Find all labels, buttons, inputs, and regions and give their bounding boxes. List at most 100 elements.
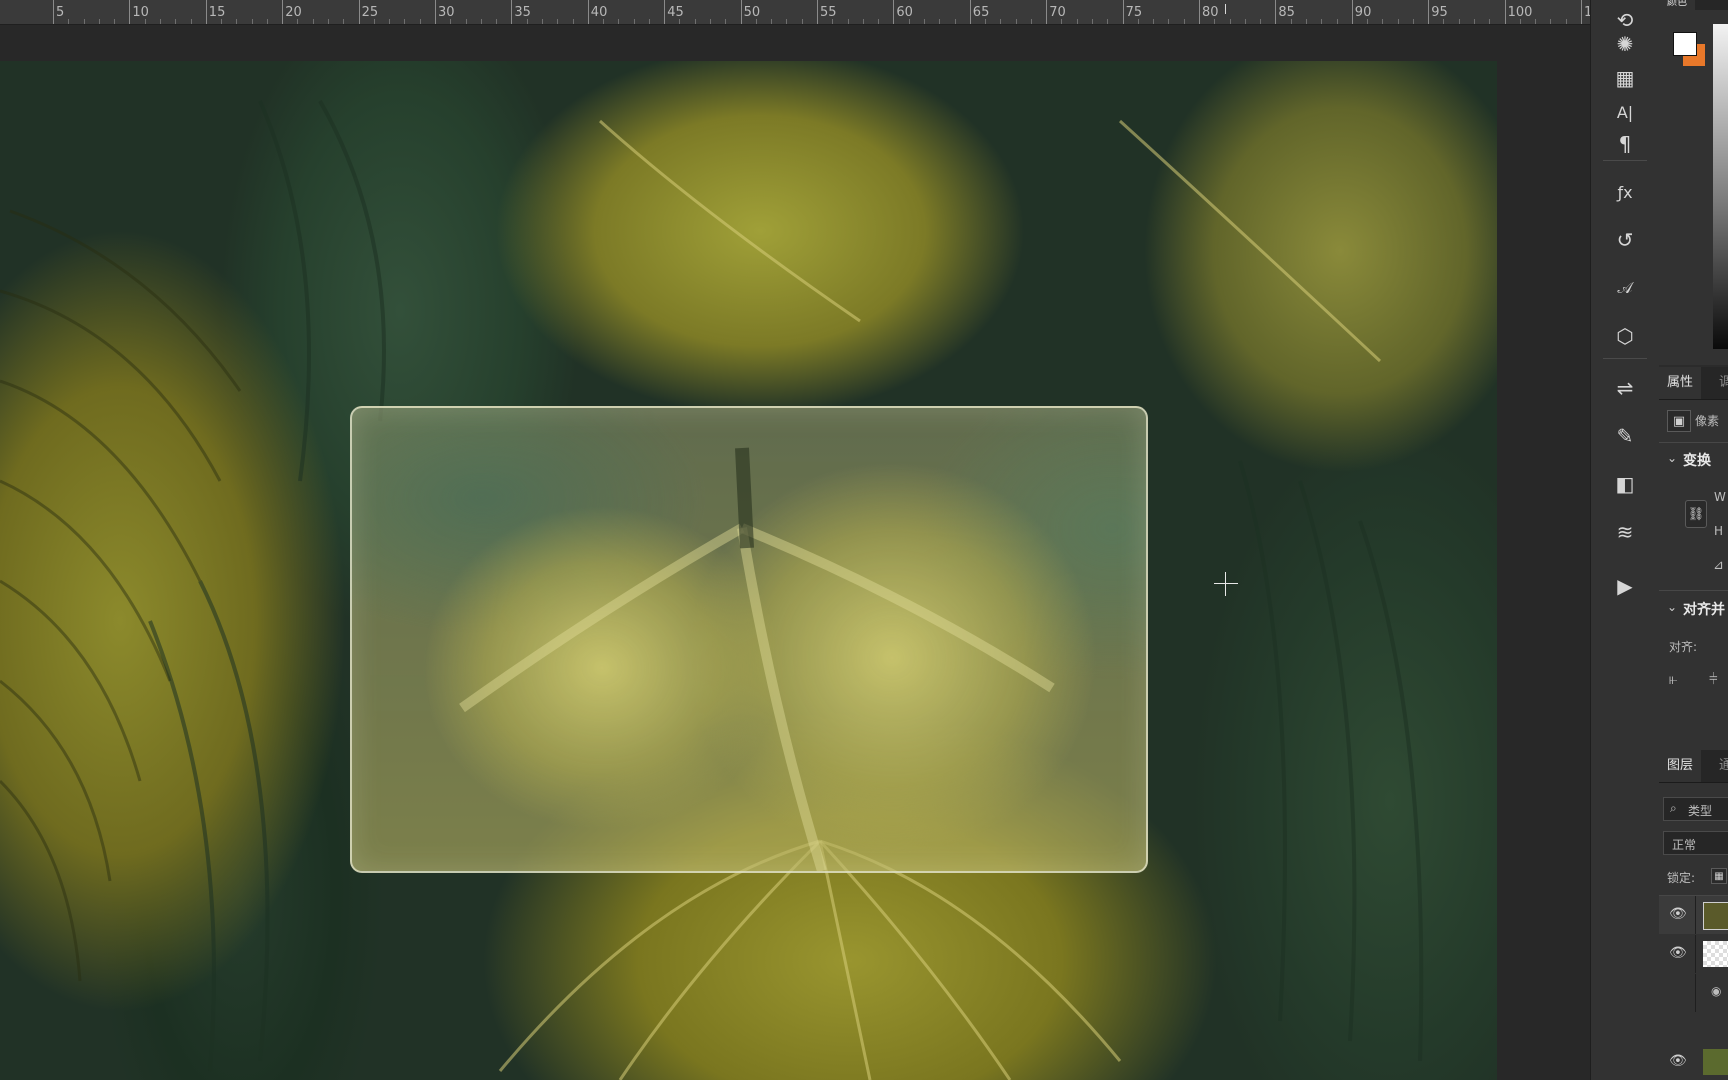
- ruler-minor-tick: [480, 19, 482, 24]
- ruler-minor-tick: [618, 19, 620, 24]
- ruler-minor-tick: [1000, 19, 1002, 24]
- gear-icon[interactable]: ✺: [1609, 28, 1641, 60]
- styles-fx-icon[interactable]: ƒx: [1609, 176, 1641, 208]
- ruler-minor-tick: [328, 19, 330, 24]
- brush-settings-icon[interactable]: ✎: [1609, 420, 1641, 452]
- visibility-eye-icon[interactable]: 👁: [1669, 945, 1687, 961]
- layer-thumbnail: [1703, 902, 1728, 930]
- ruler-minor-tick: [1397, 19, 1399, 24]
- ruler-minor-tick: [1137, 19, 1139, 24]
- chevron-down-icon[interactable]: ⌄: [1667, 600, 1677, 614]
- layer-thumbnail: [1703, 1049, 1728, 1075]
- ruler-minor-tick: [1168, 19, 1170, 24]
- divider: [1695, 974, 1696, 1012]
- histogram-icon[interactable]: ▦: [1609, 62, 1641, 94]
- ruler-minor-tick: [725, 19, 727, 24]
- ruler-major-tick: [1581, 0, 1582, 24]
- layer-kind-label: 像素: [1695, 414, 1720, 428]
- tab-adjustments[interactable]: 调: [1711, 367, 1728, 399]
- properties-tabbar: 属性 调: [1659, 367, 1728, 400]
- layer-row[interactable]: ◉: [1659, 974, 1728, 1012]
- ruler-major-tick: [1504, 0, 1506, 24]
- ruler-minor-tick: [1244, 19, 1246, 24]
- angle-icon[interactable]: ⊿: [1713, 558, 1724, 573]
- divider: [1695, 896, 1696, 934]
- layer-row[interactable]: 👁: [1659, 896, 1728, 934]
- tab-properties[interactable]: 属性: [1659, 367, 1702, 399]
- layers-tabbar: 图层 通: [1659, 750, 1728, 783]
- layer-thumbnail: [1703, 941, 1728, 967]
- ruler-minor-tick: [1382, 19, 1384, 24]
- tab-color[interactable]: 颜色: [1659, 0, 1695, 10]
- tab-channels[interactable]: 通: [1711, 750, 1728, 782]
- color-spectrum-ramp[interactable]: [1713, 24, 1728, 349]
- ruler-minor-tick: [923, 19, 925, 24]
- actions-play-icon[interactable]: ▶: [1609, 570, 1641, 602]
- layers-panel: ⌕ 类型 正常 锁定: ▦ 👁 👁 ◉ 👁: [1659, 783, 1728, 1080]
- layer-row[interactable]: 👁: [1659, 1043, 1728, 1080]
- ruler-minor-tick: [221, 19, 223, 24]
- ruler-minor-tick: [389, 19, 391, 24]
- ruler-minor-tick: [847, 19, 849, 24]
- horizontal-ruler[interactable]: 5 10 15 20 25 30 35 40 45 50 55 60 65 70 75 80 85 90 95 100…: [0, 0, 1590, 25]
- foreground-color-swatch[interactable]: [1673, 32, 1697, 56]
- align-section-title[interactable]: 对齐并: [1683, 599, 1725, 619]
- frosted-glass-rectangle[interactable]: [350, 406, 1148, 873]
- ruler-tick-label: 45: [667, 5, 684, 20]
- channels-icon[interactable]: ◧: [1609, 468, 1641, 500]
- ruler-minor-tick: [1290, 19, 1292, 24]
- ruler-minor-tick: [1260, 19, 1262, 24]
- search-icon: ⌕: [1670, 801, 1677, 815]
- ruler-major-tick: [282, 0, 284, 24]
- paragraph-icon[interactable]: ¶: [1609, 128, 1641, 160]
- layer-filter-select[interactable]: ⌕ 类型: [1663, 797, 1728, 821]
- ruler-major-tick: [893, 0, 895, 24]
- ruler-minor-tick: [1061, 19, 1063, 24]
- ruler-minor-tick: [1336, 19, 1338, 24]
- character-icon[interactable]: A|: [1609, 96, 1641, 128]
- divider: [1695, 935, 1696, 973]
- ruler-major-tick: [817, 0, 818, 24]
- right-panels: 颜色 属性 调 ▣ 像素 ⌄ 变换 W ⛓ H ⊿ ⌄ 对齐并 对齐: ⫦ ⫩ …: [1659, 0, 1728, 1080]
- lock-transparency-icon[interactable]: ▦: [1711, 868, 1727, 884]
- blend-mode-value: 正常: [1672, 838, 1697, 852]
- ruler-minor-tick: [1474, 19, 1476, 24]
- ruler-cursor-marker: [1225, 4, 1226, 14]
- visibility-eye-icon[interactable]: 👁: [1669, 906, 1687, 922]
- ruler-minor-tick: [1107, 19, 1109, 24]
- ruler-major-tick: [358, 0, 360, 24]
- chevron-down-icon[interactable]: ⌄: [1667, 451, 1677, 465]
- blend-mode-select[interactable]: 正常: [1663, 831, 1728, 855]
- tab-layers[interactable]: 图层: [1659, 750, 1702, 782]
- ruler-minor-tick: [373, 19, 375, 24]
- layers-icon[interactable]: ≋: [1609, 516, 1641, 548]
- effects-visibility-icon[interactable]: ◉: [1711, 984, 1721, 998]
- ruler-major-tick: [587, 0, 589, 24]
- ruler-minor-tick: [343, 19, 345, 24]
- pixel-layer-icon: ▣: [1667, 410, 1691, 432]
- ruler-minor-tick: [1535, 19, 1537, 24]
- link-icon[interactable]: ⛓: [1685, 500, 1707, 528]
- ruler-tick-label: 30: [438, 5, 455, 20]
- align-left-icon[interactable]: ⫦: [1669, 670, 1677, 688]
- 3d-icon[interactable]: ⬡: [1609, 320, 1641, 352]
- ruler-minor-tick: [648, 19, 650, 24]
- visibility-eye-icon[interactable]: 👁: [1669, 1053, 1687, 1069]
- ruler-minor-tick: [251, 19, 253, 24]
- ruler-minor-tick: [83, 19, 85, 24]
- ruler-minor-tick: [572, 19, 574, 24]
- ruler-tick-label: 50: [743, 5, 761, 20]
- document-canvas[interactable]: [0, 25, 1590, 1080]
- ruler-minor-tick: [1092, 19, 1094, 24]
- history-icon[interactable]: ↺: [1609, 224, 1641, 256]
- ruler-major-tick: [740, 0, 742, 24]
- align-center-icon[interactable]: ⫩: [1709, 670, 1718, 688]
- ruler-tick-label: 25: [361, 5, 379, 20]
- ruler-minor-tick: [939, 19, 941, 24]
- adjustments-icon[interactable]: ⇌: [1609, 372, 1641, 404]
- ruler-minor-tick: [1489, 19, 1491, 24]
- layer-row[interactable]: 👁: [1659, 935, 1728, 973]
- ruler-tick-label: 5: [56, 5, 65, 20]
- glyphs-icon[interactable]: 𝒜: [1609, 272, 1641, 304]
- transform-section-title[interactable]: 变换: [1683, 450, 1711, 470]
